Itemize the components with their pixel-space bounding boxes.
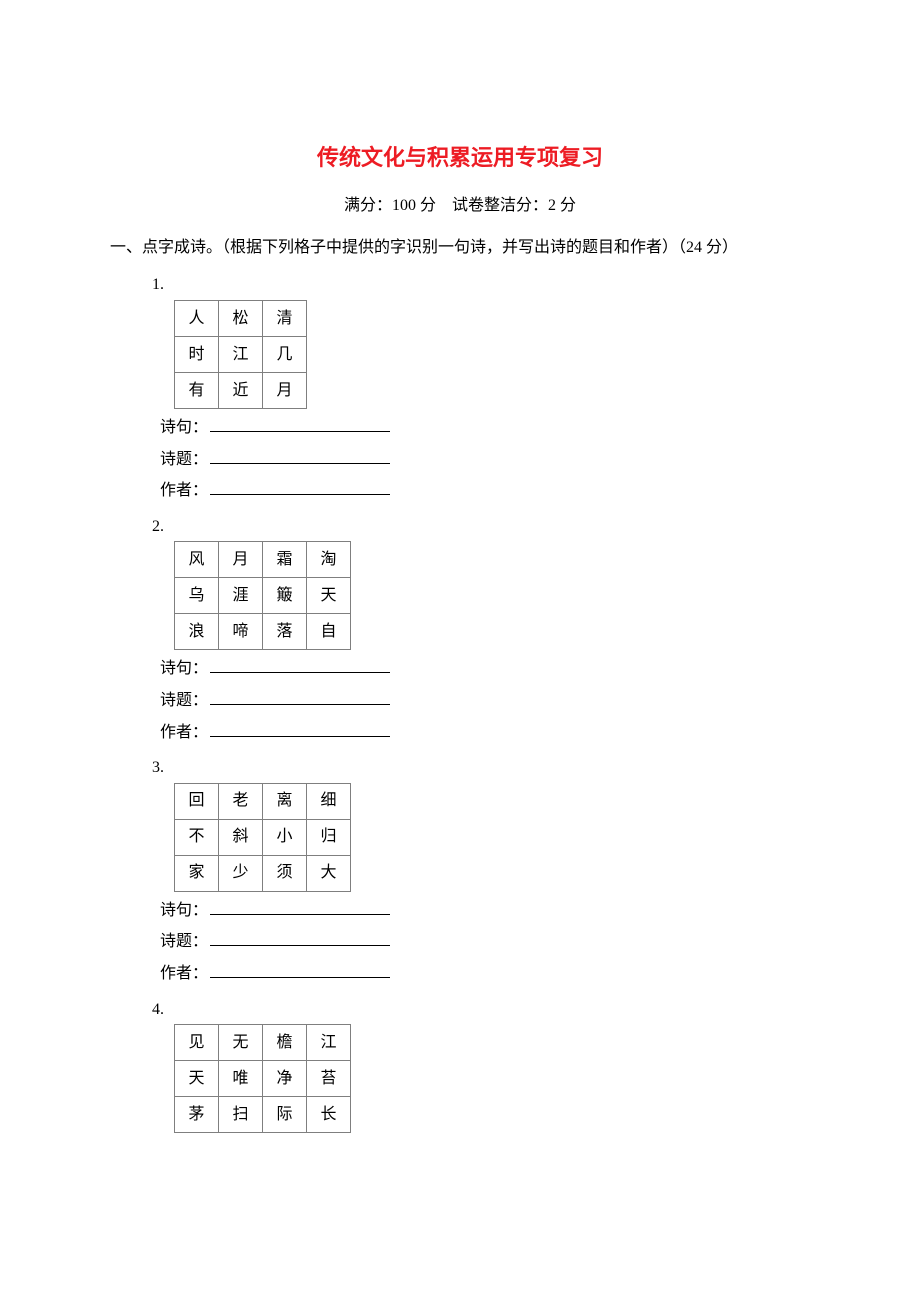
field-label: 作者：: [160, 720, 208, 746]
grid-cell: 淘: [307, 542, 351, 578]
grid-cell: 乌: [175, 578, 219, 614]
question-block: 3.回老离细不斜小归家少须大诗句：诗题：作者：: [110, 755, 810, 986]
poem-author-field: 作者：: [160, 720, 810, 746]
field-label: 诗句：: [160, 415, 208, 441]
grid-cell: 霜: [263, 542, 307, 578]
char-grid: 人松清时江几有近月: [174, 300, 307, 409]
grid-cell: 无: [219, 1025, 263, 1061]
grid-cell: 涯: [219, 578, 263, 614]
table-row: 天唯净苔: [175, 1061, 351, 1097]
field-label: 作者：: [160, 961, 208, 987]
grid-cell: 天: [307, 578, 351, 614]
page-title: 传统文化与积累运用专项复习: [110, 140, 810, 175]
grid-cell: 苔: [307, 1061, 351, 1097]
grid-cell: 有: [175, 372, 219, 408]
grid-cell: 天: [175, 1061, 219, 1097]
grid-cell: 唯: [219, 1061, 263, 1097]
table-row: 风月霜淘: [175, 542, 351, 578]
blank-line[interactable]: [210, 689, 390, 705]
table-row: 茅扫际长: [175, 1097, 351, 1133]
blank-line[interactable]: [210, 721, 390, 737]
table-row: 浪啼落自: [175, 614, 351, 650]
grid-cell: 扫: [219, 1097, 263, 1133]
field-label: 诗题：: [160, 688, 208, 714]
table-row: 乌涯簸天: [175, 578, 351, 614]
question-number: 2.: [152, 514, 810, 540]
grid-cell: 须: [263, 855, 307, 891]
grid-cell: 际: [263, 1097, 307, 1133]
poem-line-field: 诗句：: [160, 656, 810, 682]
field-label: 诗题：: [160, 447, 208, 473]
blank-line[interactable]: [210, 479, 390, 495]
question-number: 4.: [152, 997, 810, 1023]
grid-cell: 风: [175, 542, 219, 578]
table-row: 家少须大: [175, 855, 351, 891]
grid-cell: 细: [307, 783, 351, 819]
grid-cell: 落: [263, 614, 307, 650]
char-grid: 风月霜淘乌涯簸天浪啼落自: [174, 541, 351, 650]
grid-cell: 人: [175, 300, 219, 336]
grid-cell: 长: [307, 1097, 351, 1133]
question-block: 4.见无檐江天唯净苔茅扫际长: [110, 997, 810, 1134]
poem-line-field: 诗句：: [160, 898, 810, 924]
section-heading: 一、点字成诗。（根据下列格子中提供的字识别一句诗，并写出诗的题目和作者）（24 …: [110, 235, 810, 261]
field-label: 诗题：: [160, 929, 208, 955]
grid-cell: 浪: [175, 614, 219, 650]
blank-line[interactable]: [210, 657, 390, 673]
grid-cell: 几: [263, 336, 307, 372]
grid-cell: 小: [263, 819, 307, 855]
table-row: 回老离细: [175, 783, 351, 819]
poem-title-field: 诗题：: [160, 929, 810, 955]
question-block: 1.人松清时江几有近月诗句：诗题：作者：: [110, 272, 810, 503]
char-grid: 回老离细不斜小归家少须大: [174, 783, 351, 892]
grid-cell: 大: [307, 855, 351, 891]
blank-line[interactable]: [210, 448, 390, 464]
grid-cell: 江: [219, 336, 263, 372]
table-row: 人松清: [175, 300, 307, 336]
blank-line[interactable]: [210, 930, 390, 946]
grid-cell: 老: [219, 783, 263, 819]
grid-cell: 簸: [263, 578, 307, 614]
grid-cell: 茅: [175, 1097, 219, 1133]
grid-cell: 不: [175, 819, 219, 855]
grid-cell: 回: [175, 783, 219, 819]
score-line: 满分：100 分 试卷整洁分：2 分: [110, 193, 810, 219]
blank-line[interactable]: [210, 962, 390, 978]
field-label: 作者：: [160, 478, 208, 504]
poem-title-field: 诗题：: [160, 688, 810, 714]
poem-title-field: 诗题：: [160, 447, 810, 473]
question-number: 3.: [152, 755, 810, 781]
table-row: 时江几: [175, 336, 307, 372]
question-block: 2.风月霜淘乌涯簸天浪啼落自诗句：诗题：作者：: [110, 514, 810, 745]
grid-cell: 自: [307, 614, 351, 650]
poem-author-field: 作者：: [160, 478, 810, 504]
blank-line[interactable]: [210, 899, 390, 915]
grid-cell: 清: [263, 300, 307, 336]
poem-author-field: 作者：: [160, 961, 810, 987]
grid-cell: 松: [219, 300, 263, 336]
grid-cell: 归: [307, 819, 351, 855]
grid-cell: 檐: [263, 1025, 307, 1061]
char-grid: 见无檐江天唯净苔茅扫际长: [174, 1024, 351, 1133]
grid-cell: 江: [307, 1025, 351, 1061]
grid-cell: 月: [219, 542, 263, 578]
table-row: 不斜小归: [175, 819, 351, 855]
table-row: 有近月: [175, 372, 307, 408]
field-label: 诗句：: [160, 898, 208, 924]
blank-line[interactable]: [210, 416, 390, 432]
grid-cell: 离: [263, 783, 307, 819]
table-row: 见无檐江: [175, 1025, 351, 1061]
field-label: 诗句：: [160, 656, 208, 682]
grid-cell: 净: [263, 1061, 307, 1097]
grid-cell: 见: [175, 1025, 219, 1061]
grid-cell: 少: [219, 855, 263, 891]
grid-cell: 啼: [219, 614, 263, 650]
grid-cell: 斜: [219, 819, 263, 855]
question-number: 1.: [152, 272, 810, 298]
grid-cell: 近: [219, 372, 263, 408]
grid-cell: 时: [175, 336, 219, 372]
grid-cell: 家: [175, 855, 219, 891]
poem-line-field: 诗句：: [160, 415, 810, 441]
grid-cell: 月: [263, 372, 307, 408]
